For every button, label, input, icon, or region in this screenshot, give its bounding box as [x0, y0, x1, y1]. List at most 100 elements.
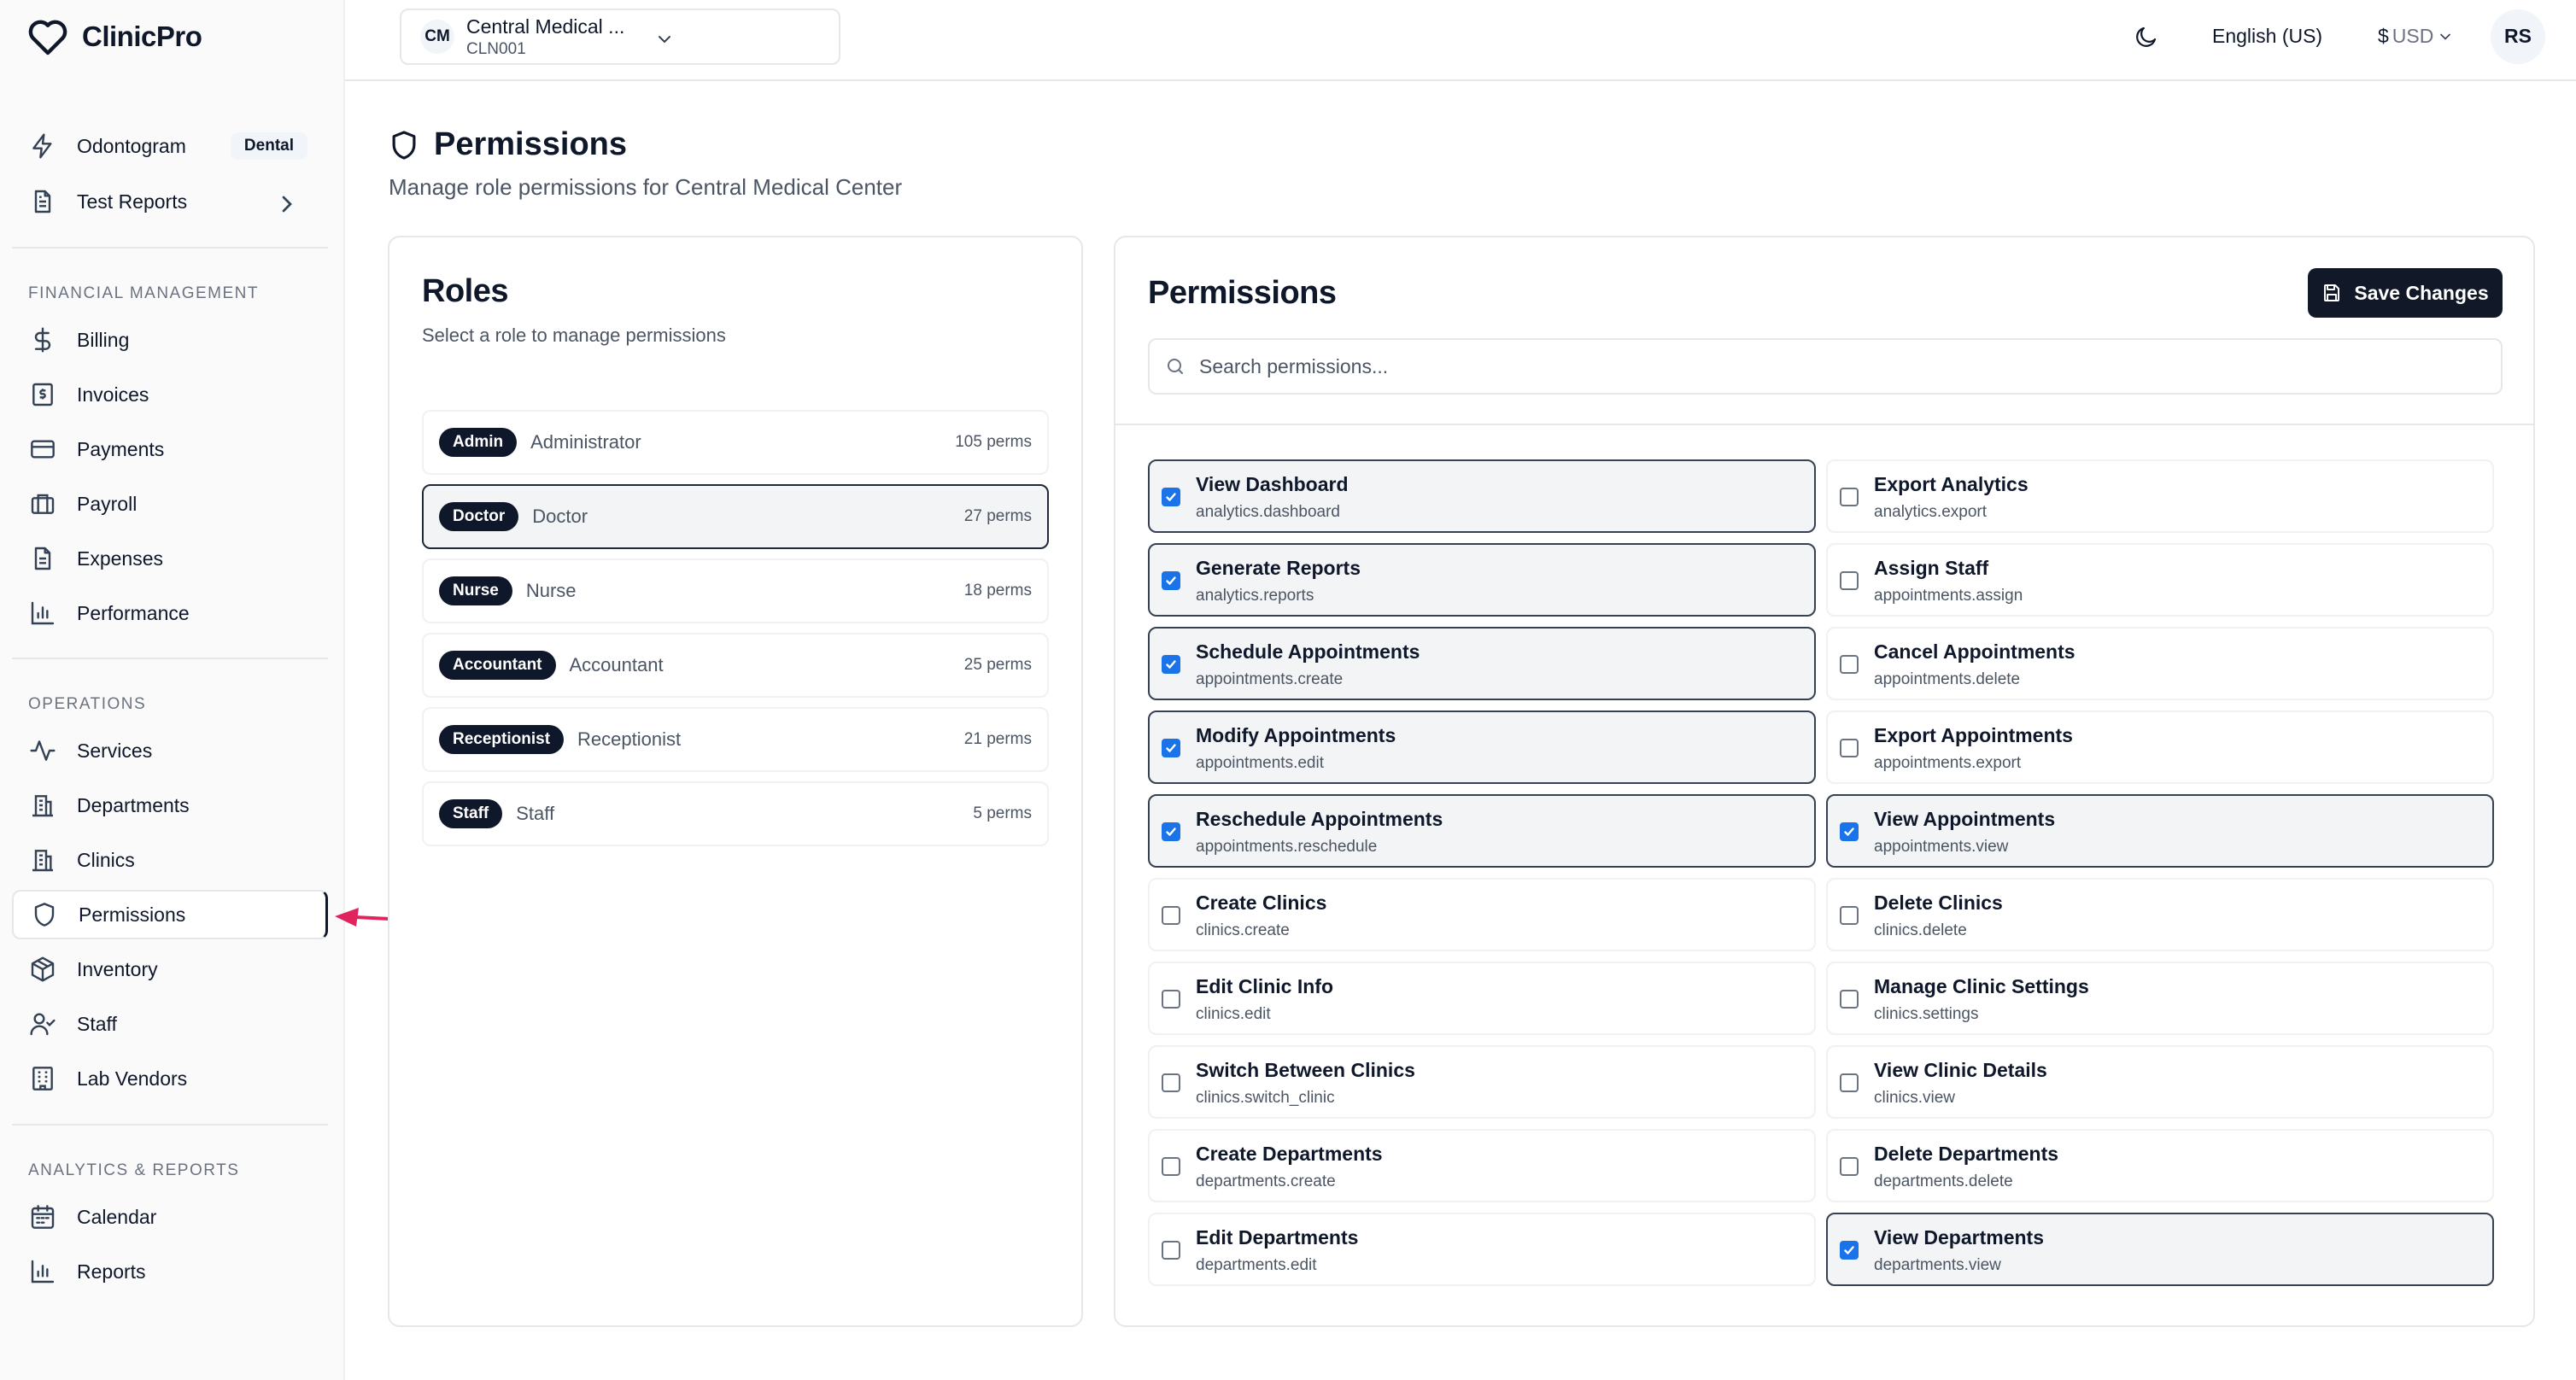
permission-item[interactable]: Assign Staff appointments.assign — [1826, 543, 2494, 617]
role-row-accountant[interactable]: Accountant Accountant 25 perms — [422, 633, 1049, 698]
role-row-staff[interactable]: Staff Staff 5 perms — [422, 781, 1049, 846]
permission-item[interactable]: Reschedule Appointments appointments.resc… — [1148, 794, 1816, 868]
permission-item[interactable]: Manage Clinic Settings clinics.settings — [1826, 962, 2494, 1035]
sidebar-item-expenses[interactable]: Expenses — [12, 534, 328, 583]
sidebar-item-reports[interactable]: Reports — [12, 1247, 328, 1296]
sidebar-item-label: Lab Vendors — [77, 1067, 188, 1090]
role-row-doctor[interactable]: Doctor Doctor 27 perms — [422, 484, 1049, 549]
sidebar-item-label: Departments — [77, 793, 190, 816]
sidebar-divider — [12, 1124, 328, 1126]
role-row-receptionist[interactable]: Receptionist Receptionist 21 perms — [422, 707, 1049, 772]
permission-checkbox[interactable] — [1840, 1073, 1859, 1092]
permission-checkbox[interactable] — [1162, 1157, 1180, 1176]
sidebar-item-inventory[interactable]: Inventory — [12, 944, 328, 994]
permission-checkbox[interactable] — [1162, 488, 1180, 506]
permission-item[interactable]: View Appointments appointments.view — [1826, 794, 2494, 868]
clinic-selector[interactable]: CM Central Medical ... CLN001 — [400, 9, 840, 65]
role-perm-count: 25 perms — [963, 656, 1032, 674]
sidebar-item-label: Staff — [77, 1012, 117, 1035]
sidebar-item-payroll[interactable]: Payroll — [12, 479, 328, 529]
permission-item[interactable]: View Clinic Details clinics.view — [1826, 1045, 2494, 1119]
role-tag: Doctor — [439, 502, 519, 531]
sidebar-item-permissions[interactable]: Permissions — [12, 890, 328, 939]
sidebar-item-payments[interactable]: Payments — [12, 424, 328, 474]
permission-checkbox[interactable] — [1162, 822, 1180, 841]
permission-checkbox[interactable] — [1840, 488, 1859, 506]
role-name: Staff — [516, 803, 555, 824]
currency-code: USD — [2392, 25, 2434, 47]
user-menu[interactable]: RS — [2491, 0, 2545, 73]
permission-key: appointments.reschedule — [1196, 838, 1378, 856]
building-icon — [32, 850, 53, 872]
permission-item[interactable]: Export Analytics analytics.export — [1826, 459, 2494, 533]
language-selector[interactable]: English (US) — [2212, 0, 2322, 73]
role-row-nurse[interactable]: Nurse Nurse 18 perms — [422, 558, 1049, 623]
permission-checkbox[interactable] — [1840, 906, 1859, 925]
sidebar-item-clinics[interactable]: Clinics — [12, 835, 328, 885]
permission-checkbox[interactable] — [1840, 822, 1859, 841]
permission-item[interactable]: Generate Reports analytics.reports — [1148, 543, 1816, 617]
sidebar-item-label: Reports — [77, 1260, 146, 1283]
theme-toggle[interactable] — [2134, 0, 2159, 73]
sidebar-item-invoices[interactable]: Invoices — [12, 370, 328, 419]
role-tag: Accountant — [439, 651, 556, 680]
permission-item[interactable]: Create Departments departments.create — [1148, 1129, 1816, 1202]
permission-checkbox[interactable] — [1162, 655, 1180, 674]
permission-checkbox[interactable] — [1840, 739, 1859, 757]
permission-key: clinics.switch_clinic — [1196, 1089, 1335, 1107]
permission-checkbox[interactable] — [1162, 1073, 1180, 1092]
permission-checkbox[interactable] — [1840, 571, 1859, 590]
permission-checkbox[interactable] — [1162, 906, 1180, 925]
permission-label: Schedule Appointments — [1196, 640, 1420, 663]
sidebar-item-odontogram[interactable]: Odontogram Dental — [12, 121, 328, 171]
page-title-text: Permissions — [434, 126, 627, 162]
currency-selector[interactable]: $ USD — [2378, 0, 2454, 73]
role-perm-count: 5 perms — [973, 804, 1032, 822]
permission-item[interactable]: Cancel Appointments appointments.delete — [1826, 627, 2494, 700]
roles-card: Roles Select a role to manage permission… — [388, 236, 1083, 1327]
sidebar-item-billing[interactable]: Billing — [12, 315, 328, 365]
permission-item[interactable]: Export Appointments appointments.export — [1826, 710, 2494, 784]
sidebar-item-departments[interactable]: Departments — [12, 781, 328, 830]
permission-checkbox[interactable] — [1840, 655, 1859, 674]
sidebar-item-performance[interactable]: Performance — [12, 588, 328, 638]
permission-checkbox[interactable] — [1162, 990, 1180, 1009]
permission-item[interactable]: View Departments departments.view — [1826, 1213, 2494, 1286]
permission-label: Switch Between Clinics — [1196, 1059, 1415, 1081]
permission-key: appointments.assign — [1874, 587, 2023, 605]
permission-item[interactable]: Switch Between Clinics clinics.switch_cli… — [1148, 1045, 1816, 1119]
permission-item[interactable]: Schedule Appointments appointments.create — [1148, 627, 1816, 700]
permission-checkbox[interactable] — [1840, 990, 1859, 1009]
sidebar-item-calendar[interactable]: Calendar — [12, 1192, 328, 1242]
permission-checkbox[interactable] — [1162, 739, 1180, 757]
role-name: Receptionist — [577, 728, 682, 750]
permission-item[interactable]: View Dashboard analytics.dashboard — [1148, 459, 1816, 533]
permission-item[interactable]: Edit Clinic Info clinics.edit — [1148, 962, 1816, 1035]
search-field[interactable] — [1148, 338, 2503, 395]
sidebar-item-label: Permissions — [79, 903, 186, 926]
permissions-divider — [1115, 424, 2533, 425]
permission-checkbox[interactable] — [1162, 571, 1180, 590]
permission-item[interactable]: Modify Appointments appointments.edit — [1148, 710, 1816, 784]
brand[interactable]: ClinicPro — [27, 15, 202, 58]
sidebar-item-staff[interactable]: Staff — [12, 999, 328, 1049]
permission-item[interactable]: Delete Clinics clinics.delete — [1826, 878, 2494, 951]
permission-key: appointments.export — [1874, 754, 2022, 772]
permission-label: Create Clinics — [1196, 892, 1327, 914]
sidebar-item-lab-vendors[interactable]: Lab Vendors — [12, 1054, 328, 1103]
permission-key: appointments.edit — [1196, 754, 1324, 772]
permission-item[interactable]: Edit Departments departments.edit — [1148, 1213, 1816, 1286]
search-input[interactable] — [1199, 354, 2395, 378]
permission-label: View Dashboard — [1196, 473, 1349, 495]
save-changes-button[interactable]: Save Changes — [2308, 268, 2503, 318]
permission-checkbox[interactable] — [1162, 1241, 1180, 1260]
permission-item[interactable]: Create Clinics clinics.create — [1148, 878, 1816, 951]
permission-item[interactable]: Delete Departments departments.delete — [1826, 1129, 2494, 1202]
sidebar-item-services[interactable]: Services — [12, 726, 328, 775]
permission-checkbox[interactable] — [1840, 1241, 1859, 1260]
moon-icon — [2136, 26, 2157, 47]
sidebar-divider — [12, 247, 328, 249]
permission-checkbox[interactable] — [1840, 1157, 1859, 1176]
sidebar-item-test-reports[interactable]: Test Reports — [12, 177, 328, 226]
role-row-administrator[interactable]: Admin Administrator 105 perms — [422, 410, 1049, 475]
